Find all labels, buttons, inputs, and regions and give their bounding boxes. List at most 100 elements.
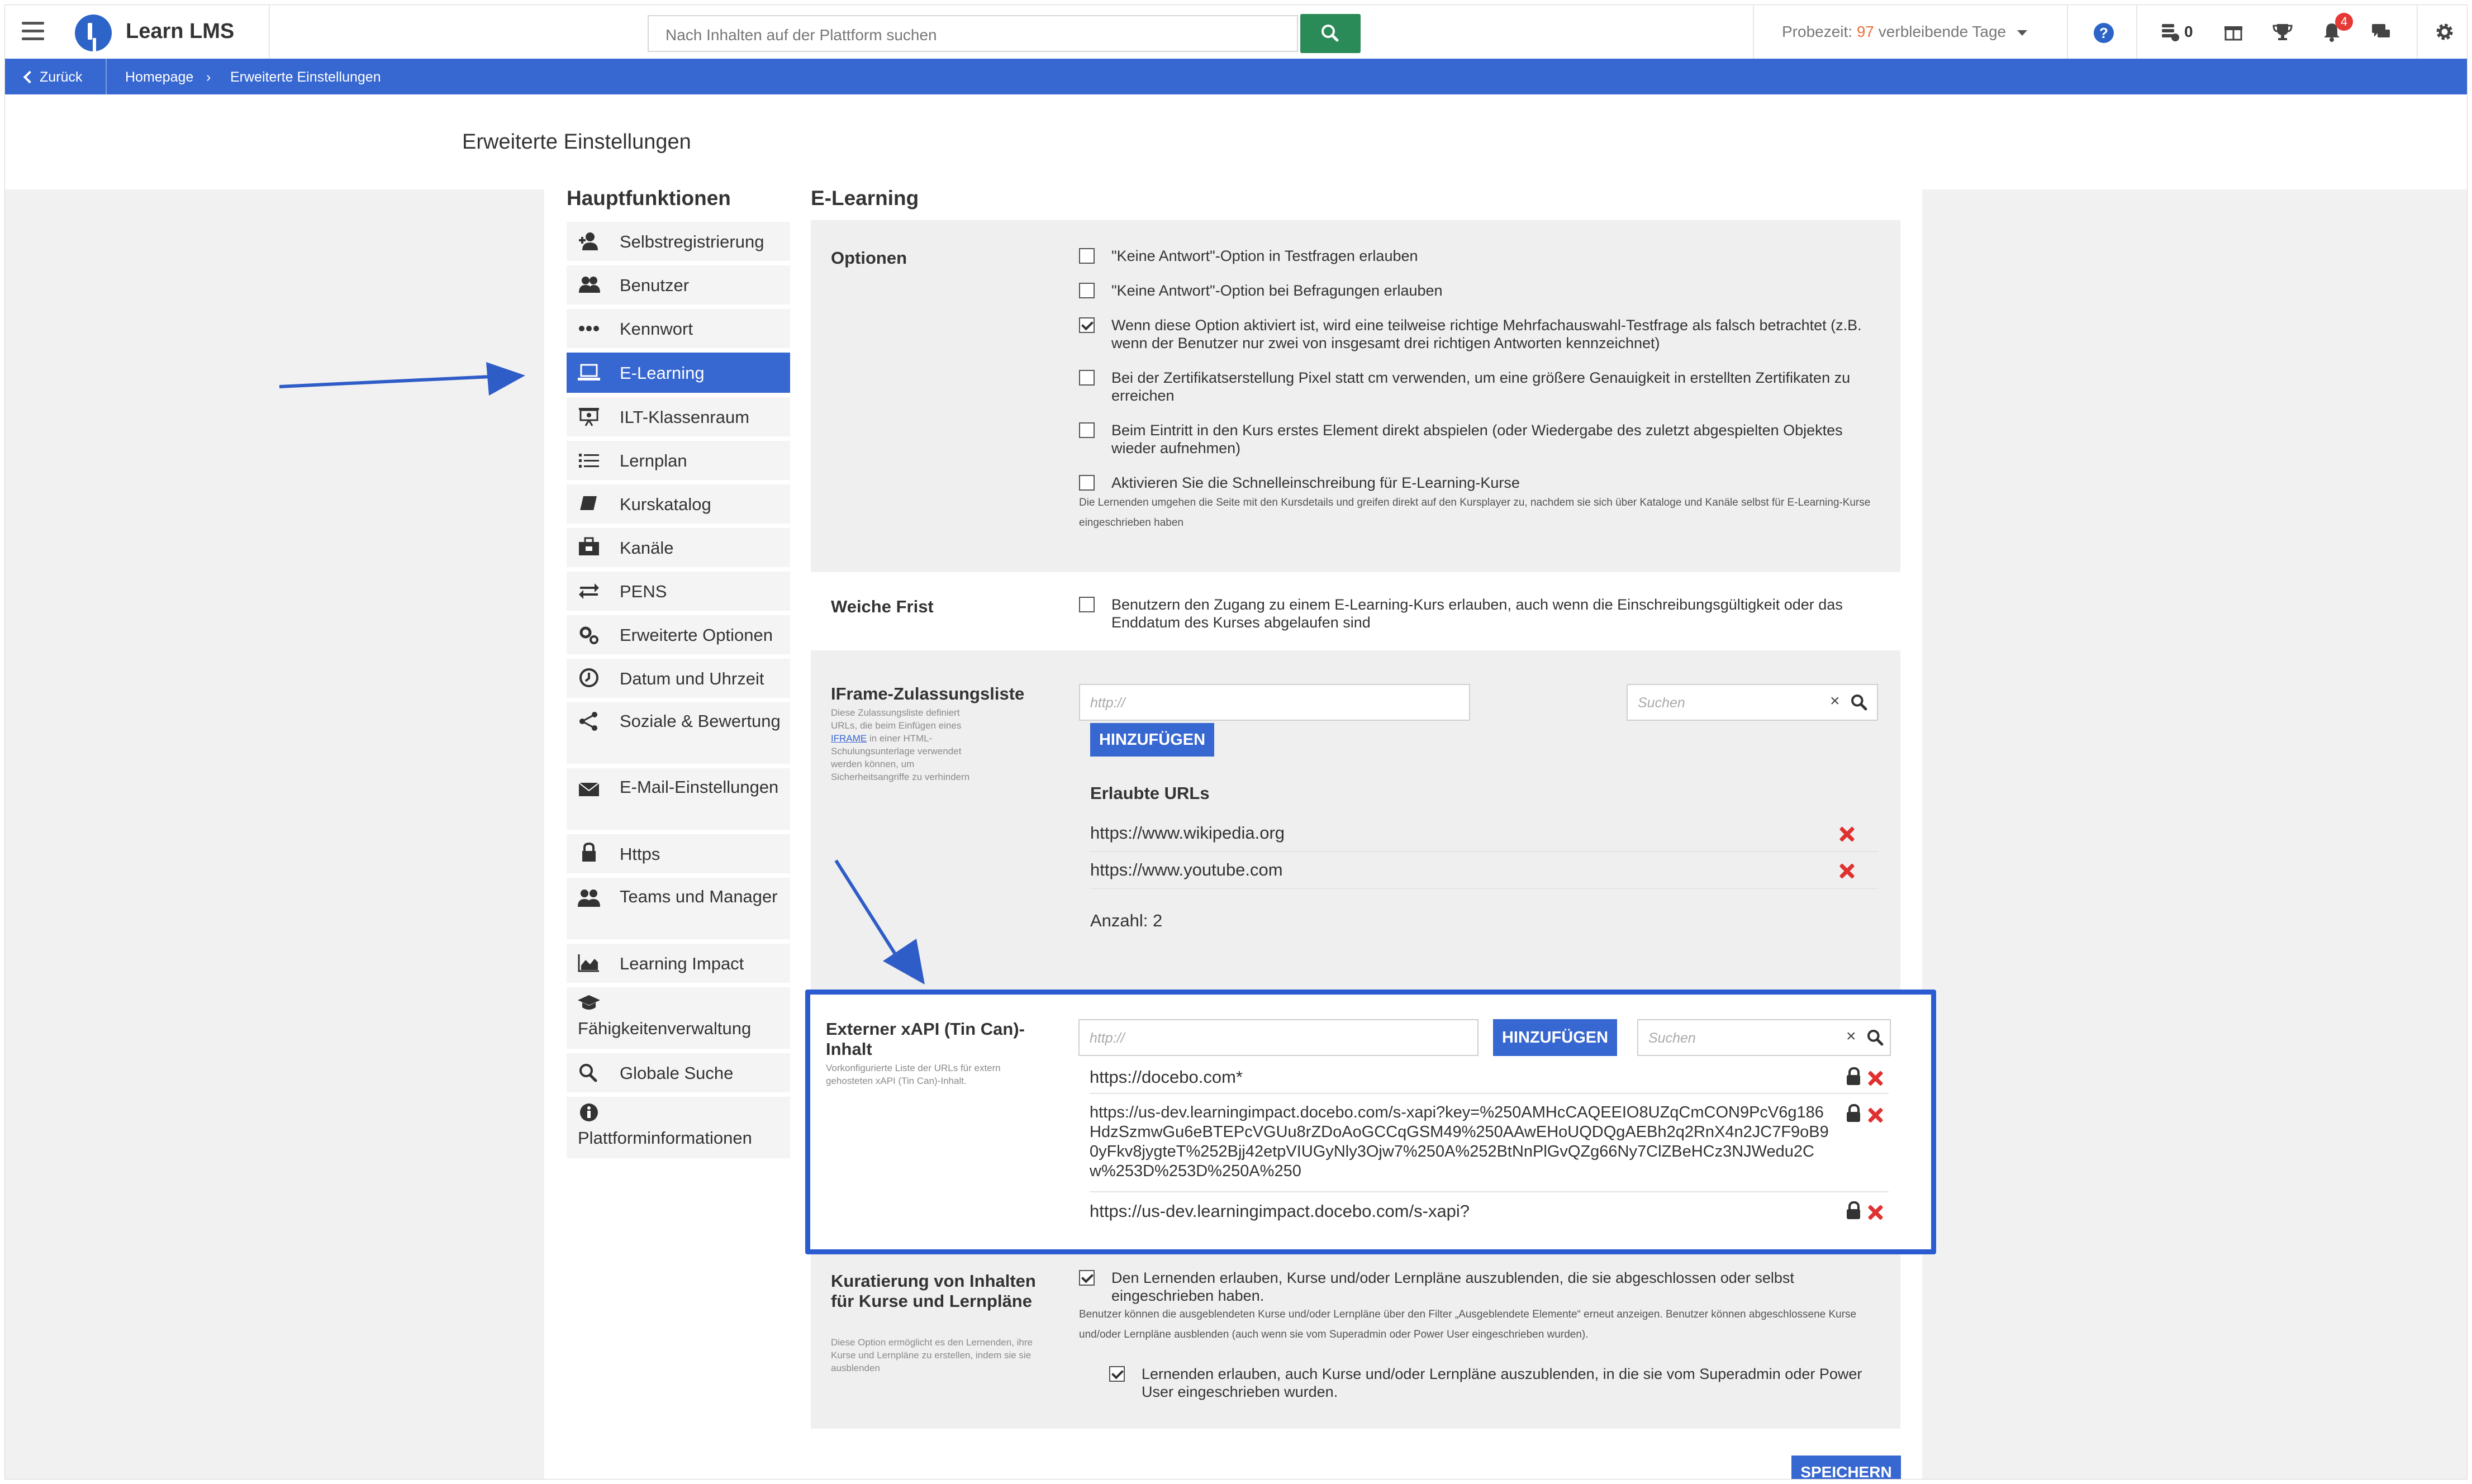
help-icon[interactable]: ? xyxy=(2094,23,2114,43)
sidebar-item-e-mail-einstellungen[interactable]: E-Mail-Einstellungen xyxy=(567,768,790,830)
trophy-icon[interactable] xyxy=(2271,21,2294,43)
xapi-url-row: https://docebo.com* xyxy=(1090,1062,1889,1094)
chevron-down-icon xyxy=(2017,30,2027,36)
coins-icon[interactable] xyxy=(2160,21,2182,43)
sidebar-item-kurskatalog[interactable]: Kurskatalog xyxy=(567,484,790,524)
option-hide-courses[interactable]: Den Lernenden erlauben, Kurse und/oder L… xyxy=(1079,1269,1878,1345)
lock-icon[interactable] xyxy=(1847,1104,1860,1122)
sidebar-item-faehigkeitenverwaltung[interactable]: Fähigkeitenverwaltung xyxy=(567,987,790,1049)
back-button[interactable]: Zurück xyxy=(23,69,82,85)
xapi-url: https://docebo.com* xyxy=(1090,1067,1243,1087)
option-partial-answer-wrong[interactable]: Wenn diese Option aktiviert ist, wird ei… xyxy=(1079,316,1878,352)
trial-dropdown[interactable]: Probezeit: 97 verbleibende Tage xyxy=(1782,23,2027,41)
iframe-panel: IFrame-Zulassungsliste Diese Zulassungsl… xyxy=(811,650,1900,990)
sidebar-item-datum-und-uhrzeit[interactable]: Datum und Uhrzeit xyxy=(567,659,790,698)
iframe-link[interactable]: IFRAME xyxy=(831,733,867,744)
save-button[interactable]: SPEICHERN xyxy=(1791,1456,1901,1479)
sidebar-item-label: Datum und Uhrzeit xyxy=(620,669,764,688)
sidebar-item-benutzer[interactable]: Benutzer xyxy=(567,265,790,305)
option-certificate-pixel[interactable]: Bei der Zertifikatserstellung Pixel stat… xyxy=(1079,369,1878,405)
curation-description: Diese Option ermöglicht es den Lernenden… xyxy=(831,1337,1033,1373)
search-button[interactable] xyxy=(1300,14,1361,53)
grace-panel: Weiche Frist Benutzern den Zugang zu ein… xyxy=(811,572,1900,650)
sidebar-item-teams-und-manager[interactable]: Teams und Manager xyxy=(567,878,790,939)
sidebar-item-plattforminformationen[interactable]: Plattforminformationen xyxy=(567,1097,790,1158)
option-hide-admin-enrolled[interactable]: Lernenden erlauben, auch Kurse und/oder … xyxy=(1109,1365,1880,1401)
sidebar-item-kennwort[interactable]: Kennwort xyxy=(567,309,790,348)
checkbox[interactable] xyxy=(1079,475,1095,491)
option-label: Benutzern den Zugang zu einem E-Learning… xyxy=(1111,596,1843,631)
xapi-url-input[interactable]: http:// xyxy=(1078,1019,1479,1056)
sidebar-item-lernplan[interactable]: Lernplan xyxy=(567,441,790,480)
option-label: Lernenden erlauben, auch Kurse und/oder … xyxy=(1142,1366,1862,1400)
checkbox[interactable] xyxy=(1079,422,1095,438)
checkbox[interactable] xyxy=(1079,370,1095,386)
annotation-arrow-icon xyxy=(279,362,525,396)
delete-icon[interactable] xyxy=(1867,1107,1883,1123)
sidebar-item-erweiterte-optionen[interactable]: Erweiterte Optionen xyxy=(567,615,790,654)
xapi-url: https://us-dev.learningimpact.docebo.com… xyxy=(1090,1104,1829,1180)
sidebar-item-learning-impact[interactable]: Learning Impact xyxy=(567,944,790,983)
trial-days: 97 xyxy=(1856,23,1875,40)
iframe-search-input[interactable]: Suchen × xyxy=(1627,684,1878,721)
checkbox-checked[interactable] xyxy=(1079,1270,1095,1286)
option-grace-period[interactable]: Benutzern den Zugang zu einem E-Learning… xyxy=(1079,596,1878,631)
iframe-url-input[interactable]: http:// xyxy=(1079,684,1470,721)
search-icon[interactable] xyxy=(1866,1029,1884,1047)
checkbox-checked[interactable] xyxy=(1079,317,1095,333)
gift-icon[interactable] xyxy=(2222,21,2245,43)
search-icon[interactable] xyxy=(1850,693,1868,711)
sidebar-item-label: ILT-Klassenraum xyxy=(620,407,750,427)
option-no-answer-surveys[interactable]: "Keine Antwort"-Option bei Befragungen e… xyxy=(1079,282,1878,299)
sidebar-item-label: Plattforminformationen xyxy=(578,1128,752,1148)
sidebar-item-pens[interactable]: PENS xyxy=(567,572,790,611)
search-input[interactable]: Nach Inhalten auf der Plattform suchen xyxy=(648,15,1298,52)
option-quick-enrollment[interactable]: Aktivieren Sie die Schnelleinschreibung … xyxy=(1079,474,1878,533)
sidebar-item-label: Https xyxy=(620,844,660,864)
sidebar-item-label: Globale Suche xyxy=(620,1063,734,1083)
lock-icon[interactable] xyxy=(1847,1067,1860,1085)
divider xyxy=(106,59,107,94)
sidebar-item-globale-suche[interactable]: Globale Suche xyxy=(567,1053,790,1092)
delete-icon[interactable] xyxy=(1867,1205,1883,1220)
chat-icon[interactable] xyxy=(2370,21,2392,43)
search-icon xyxy=(579,1064,597,1082)
sidebar-item-soziale-bewertung[interactable]: Soziale & Bewertung xyxy=(567,702,790,764)
trial-prefix: Probezeit: xyxy=(1782,23,1853,40)
xapi-search-input[interactable]: Suchen × xyxy=(1637,1019,1891,1056)
url-placeholder: http:// xyxy=(1090,1030,1125,1046)
delete-icon[interactable] xyxy=(1839,863,1855,879)
sidebar-item-selbstregistrierung[interactable]: Selbstregistrierung xyxy=(567,222,790,261)
option-label: Wenn diese Option aktiviert ist, wird ei… xyxy=(1111,317,1862,351)
clear-icon[interactable]: × xyxy=(1830,692,1840,711)
clear-icon[interactable]: × xyxy=(1846,1027,1856,1046)
app-name[interactable]: Learn LMS xyxy=(126,20,234,44)
sidebar-title: Hauptfunktionen xyxy=(567,187,731,210)
lock-icon[interactable] xyxy=(1847,1201,1860,1219)
sidebar-item-https[interactable]: Https xyxy=(567,834,790,873)
allowed-url-row: https://www.youtube.com xyxy=(1090,853,1878,889)
option-autoplay-first-element[interactable]: Beim Eintritt in den Kurs erstes Element… xyxy=(1079,421,1878,457)
delete-icon[interactable] xyxy=(1839,826,1855,842)
option-label: Aktivieren Sie die Schnelleinschreibung … xyxy=(1111,474,1520,491)
sidebar-item-kanaele[interactable]: Kanäle xyxy=(567,528,790,567)
info-icon xyxy=(580,1104,598,1121)
xapi-url-row: https://us-dev.learningimpact.docebo.com… xyxy=(1090,1098,1889,1192)
checkbox-checked[interactable] xyxy=(1109,1366,1125,1382)
url-count: Anzahl: 2 xyxy=(1090,911,1163,930)
option-no-answer-tests[interactable]: "Keine Antwort"-Option in Testfragen erl… xyxy=(1079,247,1878,265)
logo-icon[interactable] xyxy=(75,15,112,51)
sidebar-item-e-learning[interactable]: E-Learning xyxy=(567,353,790,393)
checkbox[interactable] xyxy=(1079,283,1095,298)
delete-icon[interactable] xyxy=(1867,1071,1883,1086)
breadcrumb-home[interactable]: Homepage xyxy=(125,69,193,85)
option-label: "Keine Antwort"-Option in Testfragen erl… xyxy=(1111,248,1418,264)
menu-icon[interactable] xyxy=(22,22,44,42)
iframe-add-button[interactable]: HINZUFÜGEN xyxy=(1090,723,1214,757)
list-icon xyxy=(579,454,599,468)
sidebar-item-ilt-klassenraum[interactable]: ILT-Klassenraum xyxy=(567,397,790,436)
checkbox[interactable] xyxy=(1079,597,1095,612)
checkbox[interactable] xyxy=(1079,248,1095,264)
gear-icon[interactable] xyxy=(2433,21,2456,43)
xapi-add-button[interactable]: HINZUFÜGEN xyxy=(1493,1019,1617,1056)
